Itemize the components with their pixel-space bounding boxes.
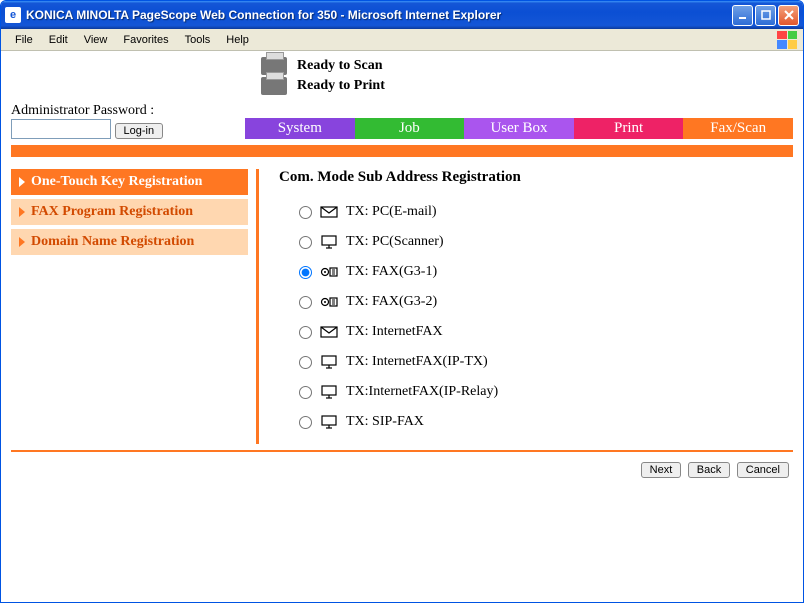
commode-option-label: TX: InternetFAX — [346, 324, 443, 340]
device-status: Ready to Scan Ready to Print — [261, 57, 793, 95]
commode-option[interactable]: TX: FAX(G3-1) — [299, 264, 793, 280]
pc-icon — [320, 235, 338, 249]
commode-radio[interactable] — [299, 296, 312, 309]
admin-password-label: Administrator Password : — [11, 103, 231, 119]
admin-password-input[interactable] — [11, 119, 111, 139]
status-scan: Ready to Scan — [297, 58, 383, 74]
sidebar-item-label: One-Touch Key Registration — [31, 174, 202, 190]
panel-title: Com. Mode Sub Address Registration — [279, 169, 793, 186]
titlebar: e KONICA MINOLTA PageScope Web Connectio… — [1, 1, 803, 29]
commode-option-label: TX:InternetFAX(IP-Relay) — [346, 384, 498, 400]
nav-system[interactable]: System — [245, 118, 355, 139]
fax-icon — [320, 265, 338, 279]
commode-radio[interactable] — [299, 236, 312, 249]
chevron-right-icon — [19, 207, 25, 217]
commode-radio[interactable] — [299, 266, 312, 279]
top-nav: System Job User Box Print Fax/Scan — [245, 118, 793, 139]
menu-edit[interactable]: Edit — [41, 32, 76, 48]
pc-icon — [320, 355, 338, 369]
sidebar-item-label: FAX Program Registration — [31, 204, 193, 220]
ie-icon: e — [5, 7, 21, 23]
nav-job[interactable]: Job — [355, 118, 465, 139]
windows-flag-icon — [777, 31, 797, 49]
menu-tools[interactable]: Tools — [177, 32, 219, 48]
menu-favorites[interactable]: Favorites — [115, 32, 176, 48]
commode-option-label: TX: SIP-FAX — [346, 414, 424, 430]
login-button[interactable]: Log-in — [115, 123, 164, 139]
mail-icon — [320, 205, 338, 219]
minimize-button[interactable] — [732, 5, 753, 26]
pc-icon — [320, 415, 338, 429]
fax-icon — [320, 295, 338, 309]
divider-line — [11, 450, 793, 452]
nav-print[interactable]: Print — [574, 118, 684, 139]
commode-option[interactable]: TX: SIP-FAX — [299, 414, 793, 430]
commode-option[interactable]: TX: FAX(G3-2) — [299, 294, 793, 310]
commode-radio[interactable] — [299, 416, 312, 429]
commode-option[interactable]: TX: InternetFAX(IP-TX) — [299, 354, 793, 370]
main-panel: Com. Mode Sub Address Registration TX: P… — [259, 169, 793, 444]
app-window: e KONICA MINOLTA PageScope Web Connectio… — [0, 0, 804, 603]
menu-file[interactable]: File — [7, 32, 41, 48]
commode-radio[interactable] — [299, 206, 312, 219]
commode-radio[interactable] — [299, 386, 312, 399]
chevron-right-icon — [19, 177, 25, 187]
close-button[interactable] — [778, 5, 799, 26]
chevron-right-icon — [19, 237, 25, 247]
sidebar: One-Touch Key Registration FAX Program R… — [11, 169, 259, 444]
page-content: Ready to Scan Ready to Print Administrat… — [1, 51, 803, 602]
commode-radio[interactable] — [299, 356, 312, 369]
sidebar-item-label: Domain Name Registration — [31, 234, 194, 250]
divider-bar — [11, 145, 793, 157]
commode-option[interactable]: TX: PC(Scanner) — [299, 234, 793, 250]
pc-icon — [320, 385, 338, 399]
back-button[interactable]: Back — [688, 462, 730, 478]
cancel-button[interactable]: Cancel — [737, 462, 789, 478]
nav-userbox[interactable]: User Box — [464, 118, 574, 139]
menu-help[interactable]: Help — [218, 32, 257, 48]
window-title: KONICA MINOLTA PageScope Web Connection … — [26, 8, 732, 22]
sidebar-item-domainname[interactable]: Domain Name Registration — [11, 229, 248, 255]
sidebar-item-onetouch[interactable]: One-Touch Key Registration — [11, 169, 248, 195]
printer-icon — [261, 77, 287, 95]
commode-option[interactable]: TX:InternetFAX(IP-Relay) — [299, 384, 793, 400]
status-print: Ready to Print — [297, 78, 385, 94]
commode-option-label: TX: PC(Scanner) — [346, 234, 444, 250]
next-button[interactable]: Next — [641, 462, 682, 478]
window-controls — [732, 5, 799, 26]
maximize-button[interactable] — [755, 5, 776, 26]
mail-icon — [320, 325, 338, 339]
commode-option[interactable]: TX: PC(E-mail) — [299, 204, 793, 220]
commode-option-label: TX: PC(E-mail) — [346, 204, 437, 220]
footer-buttons: Next Back Cancel — [11, 462, 793, 478]
commode-option-label: TX: FAX(G3-2) — [346, 294, 437, 310]
commode-option-label: TX: FAX(G3-1) — [346, 264, 437, 280]
commode-option-label: TX: InternetFAX(IP-TX) — [346, 354, 488, 370]
commode-option[interactable]: TX: InternetFAX — [299, 324, 793, 340]
login-box: Administrator Password : Log-in — [11, 103, 231, 139]
menubar: File Edit View Favorites Tools Help — [1, 29, 803, 51]
nav-faxscan[interactable]: Fax/Scan — [683, 118, 793, 139]
commode-radio[interactable] — [299, 326, 312, 339]
menu-view[interactable]: View — [76, 32, 116, 48]
sidebar-item-faxprogram[interactable]: FAX Program Registration — [11, 199, 248, 225]
